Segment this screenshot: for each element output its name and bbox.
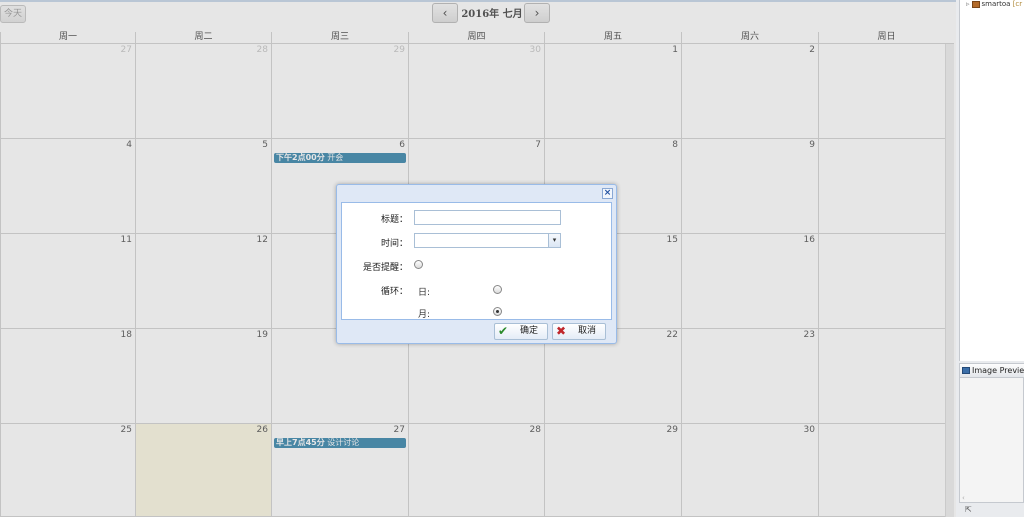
dialog-footer: ✔ 确定 ✖ 取消: [341, 321, 612, 341]
image-icon: [962, 367, 970, 374]
image-preview-title: Image Preview: [972, 366, 1024, 375]
project-explorer: ▹ smartoa [cr: [959, 0, 1024, 361]
day-option-label: 日:: [418, 288, 431, 298]
cycle-label: 循环：: [380, 287, 408, 297]
title-label: 标题：: [380, 215, 408, 225]
tree-item-label: smartoa: [981, 0, 1011, 8]
image-preview-tab[interactable]: Image Preview: [960, 364, 1024, 378]
month-option-label: 月:: [418, 310, 431, 320]
chevron-down-icon[interactable]: ▾: [548, 234, 560, 247]
ide-side-panel: ▹ smartoa [cr Image Preview ‹ ⇱: [956, 0, 1024, 517]
time-label: 时间：: [380, 239, 408, 249]
dialog-form: 标题： 时间： ▾ 是否提醒： 循环： 日: 月:: [341, 202, 612, 320]
confirm-label: 确定: [520, 326, 539, 336]
title-input[interactable]: [414, 210, 561, 225]
day-radio[interactable]: [493, 285, 502, 294]
chevron-right-icon[interactable]: ▹: [966, 0, 970, 8]
time-combobox[interactable]: ▾: [414, 233, 561, 248]
tree-item-project[interactable]: ▹ smartoa [cr: [966, 0, 1022, 8]
remind-radio[interactable]: [414, 260, 423, 269]
remind-label: 是否提醒：: [362, 263, 408, 273]
status-icon[interactable]: ⇱: [959, 505, 1024, 517]
confirm-button[interactable]: ✔ 确定: [494, 323, 548, 340]
project-icon: [971, 0, 980, 8]
cancel-button[interactable]: ✖ 取消: [552, 323, 606, 340]
month-radio[interactable]: [493, 307, 502, 316]
cross-icon: ✖: [556, 324, 567, 338]
image-preview-panel: Image Preview ‹: [959, 363, 1024, 503]
scroll-left-icon[interactable]: ‹: [962, 494, 965, 502]
add-event-dialog: × 标题： 时间： ▾ 是否提醒： 循环： 日: 月: ✔ 确定 ✖ 取消: [336, 184, 617, 344]
cancel-label: 取消: [578, 326, 597, 336]
tree-item-suffix: [cr: [1012, 0, 1023, 8]
close-icon[interactable]: ×: [602, 188, 613, 199]
checkmark-icon: ✔: [498, 324, 509, 338]
